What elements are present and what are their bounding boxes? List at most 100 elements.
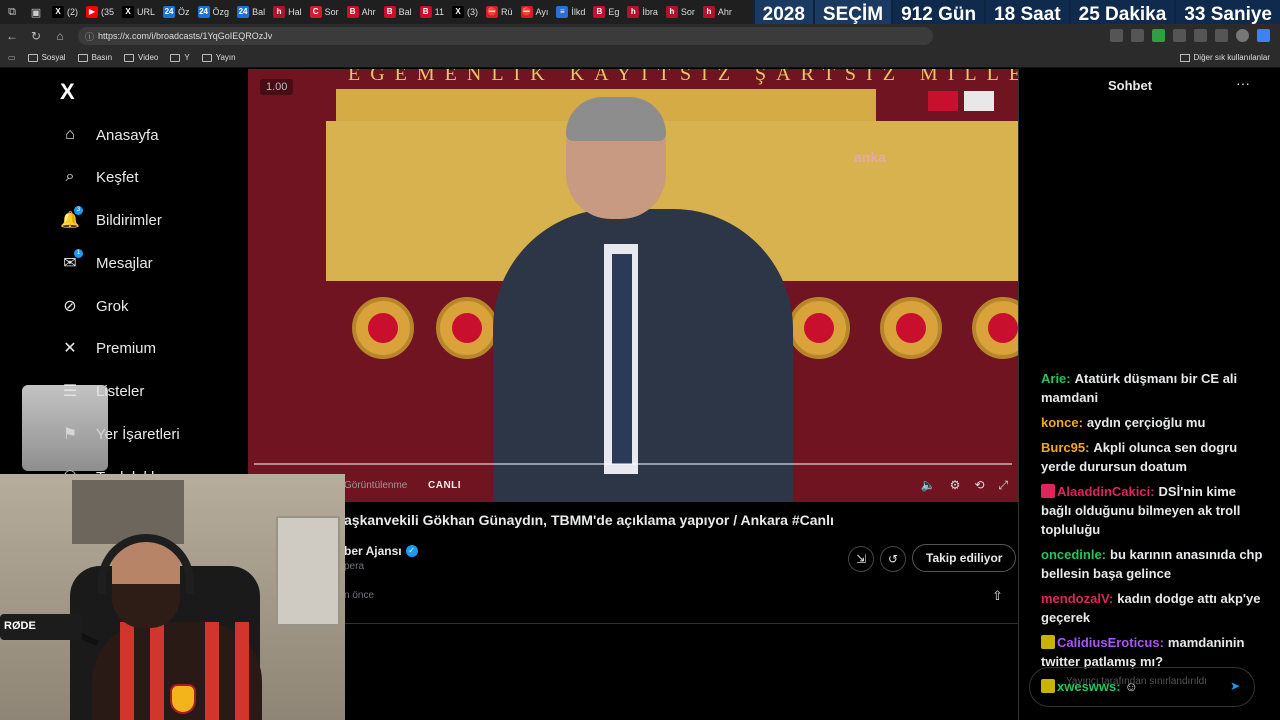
extension-icon[interactable] [1152,29,1165,42]
bookmarks-bar: ▭ Sosyal Basın Video Y Yayın Diğer sık kulla… [0,48,1280,68]
back-icon[interactable]: ← [0,24,24,48]
chat-input-placeholder: Yayıncı tarafından sınırlandırıldı [1066,676,1208,687]
browser-tab[interactable]: X (2) [48,0,82,24]
chat-username[interactable]: mendozalV: [1041,591,1113,606]
share-icon[interactable]: ⇧ [992,588,1003,604]
nav-item[interactable]: ✕ Premium [60,338,156,358]
extension-icon[interactable] [1173,29,1186,42]
repost-icon[interactable]: ⇲ [848,546,874,572]
extension-icon[interactable] [1194,29,1207,42]
more-options-icon[interactable]: ··· [1236,75,1250,91]
page-scrollbar[interactable] [1266,69,1280,720]
browser-tab[interactable]: ⛔ Ayı [517,0,553,24]
divider [344,623,1018,624]
browser-tab[interactable]: B 11 [416,0,448,24]
playback-rate[interactable]: 1.00 [260,79,294,95]
nav-item[interactable]: ✉ 1 Mesajlar [60,249,153,273]
tab-label: Sor [324,7,339,17]
chat-username[interactable]: konce: [1041,415,1083,430]
other-favorites-label: Diğer sık kullanılanlar [1193,53,1270,62]
tab-label: Ahr [717,7,732,17]
browser-tab[interactable]: h Ahr [699,0,736,24]
bookmark-label: Sosyal [41,53,66,62]
settings-icon[interactable]: ⚙ [950,478,961,493]
volume-icon[interactable]: 🔈 [921,478,936,493]
tab-actions-icon[interactable]: ▣ [24,0,48,24]
bookmark-folder[interactable]: Basın [77,53,112,62]
browser-tab[interactable]: X (3) [448,0,482,24]
nav-item-label: Anasayfa [96,126,159,144]
video-player[interactable]: EGEMENLİK KAYITSIZ ŞARTSIZ MİLLETİNDİR a… [248,69,1018,502]
chat-username[interactable]: Arie: [1041,371,1071,386]
bookmark-folder[interactable]: Video [124,53,158,62]
turkish-flag [928,91,958,111]
chat-message: mendozalV: kadın dodge attı akp'ye geçere… [1041,589,1267,627]
video-progress-bar[interactable] [254,463,1012,465]
webcam-overlay-cup [22,385,108,471]
user-badge-icon [1041,635,1055,649]
tab-favicon-icon: C [309,6,322,18]
folder-icon [77,53,88,62]
nav-item[interactable]: 🔔 3 Bildirimler [60,206,162,230]
browser-tab[interactable]: B Bal [380,0,416,24]
chat-input[interactable]: Yayıncı tarafından sınırlandırıldı ➤ [1029,667,1255,707]
chat-username[interactable]: Burc95: [1041,440,1089,455]
profile-avatar[interactable] [1236,29,1249,42]
browser-tab[interactable]: ▶ (35 [82,0,118,24]
browser-tab[interactable]: ≡ İlkd [552,0,589,24]
browser-tab[interactable]: h Hal [269,0,306,24]
chat-username[interactable]: oncedinle: [1041,547,1106,562]
bookmarks-icon[interactable]: ▭ [8,53,16,62]
reply-icon[interactable]: ↺ [880,546,906,572]
tab-label: Bal [398,7,412,17]
workspaces-icon[interactable]: ⧉ [0,0,24,24]
browser-tab[interactable]: X URL [118,0,159,24]
browser-tab[interactable]: 24 Özg [194,0,234,24]
browser-tab[interactable]: B Ahr [343,0,380,24]
speaker [493,209,793,502]
bookmark-folder[interactable]: Sosyal [27,53,66,62]
chat-message: AlaaddinCakici: DSİ'nin kime bağlı olduğu… [1041,482,1267,539]
browser-tab[interactable]: 24 Bal [233,0,269,24]
browser-tab[interactable]: ⛔ Rü [482,0,517,24]
video-controls: Görüntülenme CANLI 🔈 ⚙ ⟲ ⤢ [248,469,1018,502]
home-button-icon[interactable]: ⌂ [48,24,72,48]
nav-item[interactable]: ⌂ Anasayfa [60,125,159,145]
tab-favicon-icon: B [346,6,359,18]
browser-tab[interactable]: B Eg [589,0,623,24]
nav-item[interactable]: ⊘ Grok [60,296,129,316]
chat-username[interactable]: AlaaddinCakici: [1057,484,1155,499]
jersey-stripe [205,622,219,720]
copilot-icon[interactable] [1257,29,1270,42]
broadcast-time: n önce [344,590,375,601]
favorites-icon[interactable] [1215,29,1228,42]
x-logo[interactable]: X [60,79,75,105]
channel-name[interactable]: ber Ajansı ✓ [344,544,418,558]
following-button[interactable]: Takip ediliyor [912,544,1017,572]
bookmark-folder[interactable]: Yayın [201,53,236,62]
notification-badge: 1 [74,249,83,258]
nav-item[interactable]: ⌕ Keşfet [60,167,139,187]
rewind-icon[interactable]: ⟲ [974,478,984,493]
chat-message: CalidiusEroticus: mamdaninin twitter patl… [1041,633,1267,671]
refresh-icon[interactable]: ↻ [24,24,48,48]
send-icon[interactable]: ➤ [1230,680,1240,692]
url-field[interactable]: ⓘ https://x.com/i/broadcasts/1YqGoIEQROz… [78,27,933,45]
chat-username[interactable]: CalidiusEroticus: [1057,635,1164,650]
nav-item-label: Grok [96,297,129,315]
extension-icon[interactable] [1110,29,1123,42]
bookmark-label: Video [138,53,159,62]
other-favorites[interactable]: Diğer sık kullanılanlar [1179,53,1270,62]
channel-handle[interactable]: pera [344,561,364,572]
folder-icon [124,53,135,62]
browser-tab[interactable]: C Sor [306,0,343,24]
live-label[interactable]: CANLI [428,480,461,491]
extension-icon[interactable] [1131,29,1144,42]
browser-tab[interactable]: h Sor [662,0,699,24]
fullscreen-icon[interactable]: ⤢ [998,478,1008,493]
browser-tab[interactable]: h İbra [623,0,662,24]
site-info-icon[interactable]: ⓘ [85,30,94,43]
jersey-stripe [150,622,164,720]
browser-tab[interactable]: 24 Öz [159,0,194,24]
bookmark-folder[interactable]: Y [170,53,190,62]
